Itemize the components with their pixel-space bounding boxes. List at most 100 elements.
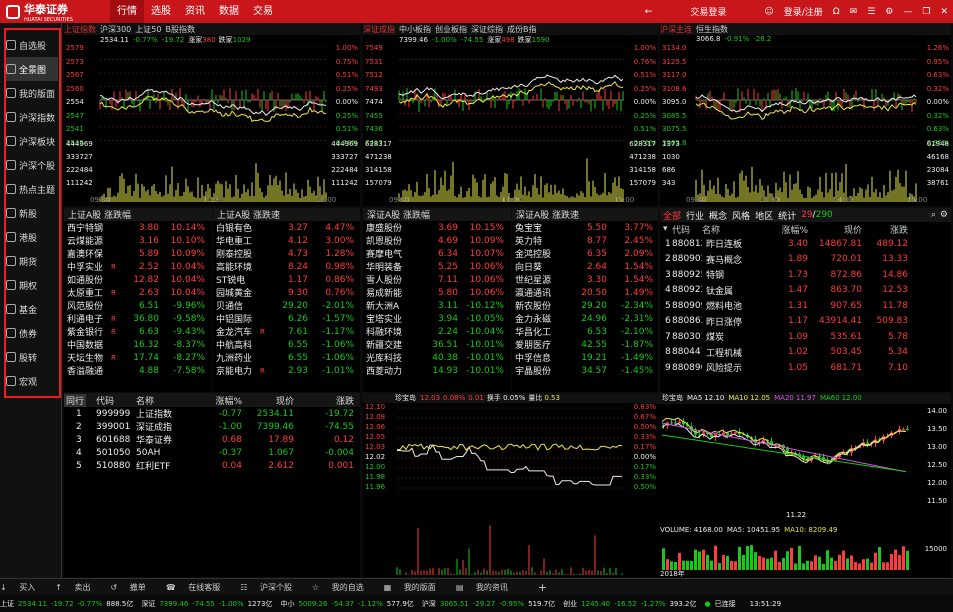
sector-tab[interactable]: 概念 xyxy=(709,209,727,222)
index-tab[interactable]: B股指数 xyxy=(165,24,195,35)
table-row[interactable]: 赛摩电气 6.34 10.07% xyxy=(363,247,511,261)
table-row[interactable]: 康盛股份 3.69 10.15% xyxy=(363,221,511,235)
index-tab[interactable]: 深证成指 xyxy=(363,24,395,35)
menu-item-4[interactable]: 交易 xyxy=(246,0,280,23)
sector-tab[interactable]: 全部 xyxy=(663,209,681,222)
table-row[interactable]: 园城黄金 9.30 0.76% xyxy=(213,286,360,300)
index-tab[interactable]: 沪深300 xyxy=(100,24,131,35)
table-row[interactable]: 科融环境 2.24 -10.04% xyxy=(363,325,511,339)
table-row[interactable]: 中孚信息 19.21 -1.49% xyxy=(512,351,658,365)
table-row[interactable]: 宇晶股份 34.57 -1.45% xyxy=(512,364,658,378)
toolbar-item-6[interactable]: ▦ 我的版面 xyxy=(384,582,446,593)
search-icon[interactable]: ⌕ xyxy=(931,210,936,220)
toolbar-item-4[interactable]: ☷ 沪深个股 xyxy=(240,582,302,593)
index-tab[interactable]: 成份B指 xyxy=(507,24,537,35)
toolbar-item-2[interactable]: ↺ 撤单 xyxy=(111,582,156,593)
toolbar-item-3[interactable]: ☎ 在线客服 xyxy=(166,582,231,593)
column-header[interactable]: 名称 xyxy=(702,223,748,236)
column-header[interactable]: 现价 xyxy=(242,394,294,407)
add-tab-icon[interactable]: + xyxy=(538,581,547,594)
table-row[interactable]: 华明装备 5.25 10.06% xyxy=(363,260,511,274)
menu-item-3[interactable]: 数据 xyxy=(212,0,246,23)
table-row[interactable]: 瀛通通讯 20.50 1.49% xyxy=(512,286,658,300)
login-register-link[interactable]: 登录/注册 xyxy=(779,5,828,18)
table-row[interactable]: 金龙汽车 R 7.61 -1.17% xyxy=(213,325,360,339)
table-row[interactable]: 2880903 赛马概念 1.89 720.01 13.33 xyxy=(660,252,951,268)
table-row[interactable]: 6880863 昨日涨停 1.17 43914.41 509.83 xyxy=(660,314,951,330)
table-row[interactable]: 雪人股份 7.11 10.06% xyxy=(363,273,511,287)
toolbar-item-7[interactable]: ▤ 我的资讯 xyxy=(456,582,518,593)
sort-icon[interactable]: ▾ xyxy=(660,224,672,234)
table-row[interactable]: 新大洲A 3.11 -10.12% xyxy=(363,299,511,313)
table-row[interactable]: 新农股份 29.20 -2.34% xyxy=(512,299,658,313)
index-tab[interactable]: 沪深主连 xyxy=(660,24,692,35)
close-icon[interactable]: ✕ xyxy=(935,7,953,17)
settings-icon[interactable]: ⚙ xyxy=(940,210,948,220)
table-row[interactable]: 世纪星源 3.30 1.54% xyxy=(512,273,658,287)
table-row[interactable]: 金力永磁 24.96 -2.31% xyxy=(512,312,658,326)
table-row[interactable]: 中航高科 6.55 -1.06% xyxy=(213,338,360,352)
table-row[interactable]: 刚泰控股 4.73 1.28% xyxy=(213,247,360,261)
table-row[interactable]: 天坛生物 R 17.74 -8.27% xyxy=(64,351,212,365)
tab-same-industry[interactable]: 同行 xyxy=(64,393,86,407)
table-row[interactable]: 九洲药业 6.55 -1.06% xyxy=(213,351,360,365)
index-tab[interactable]: 创业板指 xyxy=(435,24,467,35)
table-row[interactable]: 7880301 煤炭 1.09 535.61 5.78 xyxy=(660,329,951,345)
index-tab[interactable]: 上证指数 xyxy=(64,24,96,35)
sector-tab[interactable]: 风格 xyxy=(732,209,750,222)
index-chart-futures[interactable]: 沪深主连 恒生指数 3066.8 -0.91% -28.2 3134.0 3125.5 311… xyxy=(660,24,951,206)
index-chart-sh[interactable]: 上证指数 沪深300 上证50 B股指数 2534.11 -0.77% -19.72 涨家38… xyxy=(64,24,360,206)
table-row[interactable]: 9880896 风险提示 1.05 681.71 7.10 xyxy=(660,360,951,376)
table-row[interactable]: 兔宝宝 5.50 3.77% xyxy=(512,221,658,235)
back-arrow-icon[interactable]: ← xyxy=(640,7,658,17)
table-row[interactable]: 5 510880 红利ETF 0.04 2.612 0.001 xyxy=(64,459,360,473)
user-icon[interactable]: ☺ xyxy=(759,7,778,17)
table-row[interactable]: 太原重工 R 2.63 10.04% xyxy=(64,286,212,300)
table-row[interactable]: 贝通信 29.20 -2.01% xyxy=(213,299,360,313)
sector-tab[interactable]: 统计 xyxy=(778,209,796,222)
table-row[interactable]: 3880925 特钢 1.73 872.86 14.86 xyxy=(660,267,951,283)
table-row[interactable]: 光库科技 40.38 -10.01% xyxy=(363,351,511,365)
table-row[interactable]: 英力特 8.77 2.45% xyxy=(512,234,658,248)
table-row[interactable]: 4 501050 50AH -0.37 1.067 -0.004 xyxy=(64,446,360,459)
sector-tab[interactable]: 行业 xyxy=(686,209,704,222)
table-row[interactable]: 凯恩股份 4.69 10.09% xyxy=(363,234,511,248)
sector-tab[interactable]: 地区 xyxy=(755,209,773,222)
toolbar-item-1[interactable]: ↑ 卖出 xyxy=(55,582,100,593)
list-icon[interactable]: ☰ xyxy=(862,7,880,17)
index-tab[interactable]: 上证50 xyxy=(135,24,161,35)
table-row[interactable]: 西菱动力 14.93 -10.01% xyxy=(363,364,511,378)
column-header[interactable]: 代码 xyxy=(96,394,136,407)
index-tab[interactable]: 恒生指数 xyxy=(696,24,728,35)
stock-kline-chart[interactable]: 珍宝岛 MA5 12.10 MA10 12.05 MA20 11.97 MA60 12.00 14… xyxy=(656,393,951,578)
menu-item-1[interactable]: 选股 xyxy=(144,0,178,23)
table-row[interactable]: 8880447 工程机械 1.02 503.45 5.34 xyxy=(660,345,951,361)
menu-item-0[interactable]: 行情 xyxy=(110,0,144,23)
table-row[interactable]: 高能环境 8.24 0.98% xyxy=(213,260,360,274)
column-header[interactable]: 涨跌 xyxy=(294,394,354,407)
headset-icon[interactable]: Ω xyxy=(828,7,845,17)
table-row[interactable]: 华电重工 4.12 3.00% xyxy=(213,234,360,248)
table-row[interactable]: 西宁特钢 3.80 10.14% xyxy=(64,221,212,235)
table-row[interactable]: 中国数据 16.32 -8.37% xyxy=(64,338,212,352)
table-row[interactable]: 1880812 昨日连板 3.40 14867.81 489.12 xyxy=(660,236,951,252)
table-row[interactable]: 紫金银行 R 6.63 -9.43% xyxy=(64,325,212,339)
toolbar-item-5[interactable]: ☆ 我的自选 xyxy=(312,582,374,593)
table-row[interactable]: 云煤能源 3.16 10.10% xyxy=(64,234,212,248)
table-row[interactable]: 1 999999 上证指数 -0.77 2534.11 -19.72 xyxy=(64,407,360,421)
table-row[interactable]: 中铝国际 6.26 -1.57% xyxy=(213,312,360,326)
minimize-icon[interactable]: — xyxy=(898,7,917,17)
index-tab[interactable]: 中小板指 xyxy=(399,24,431,35)
index-chart-sz[interactable]: 深证成指 中小板指 创业板指 深证综指 成份B指 7399.46 -1.00% -74.55 涨… xyxy=(363,24,658,206)
toolbar-item-0[interactable]: ↓ 买入 xyxy=(0,582,45,593)
table-row[interactable]: 利通电子 R 36.80 -9.58% xyxy=(64,312,212,326)
gear-icon[interactable]: ⚙ xyxy=(880,7,898,17)
table-row[interactable]: 新疆交建 36.51 -10.01% xyxy=(363,338,511,352)
table-row[interactable]: 爱朋医疗 42.55 -1.87% xyxy=(512,338,658,352)
table-row[interactable]: 易成新能 5.80 10.06% xyxy=(363,286,511,300)
table-row[interactable]: 华昌化工 6.53 -2.10% xyxy=(512,325,658,339)
menu-item-2[interactable]: 资讯 xyxy=(178,0,212,23)
table-row[interactable]: 向日葵 2.64 1.54% xyxy=(512,260,658,274)
table-row[interactable]: 嘉澳环保 5.89 10.09% xyxy=(64,247,212,261)
table-row[interactable]: 香溢融通 4.88 -7.58% xyxy=(64,364,212,378)
